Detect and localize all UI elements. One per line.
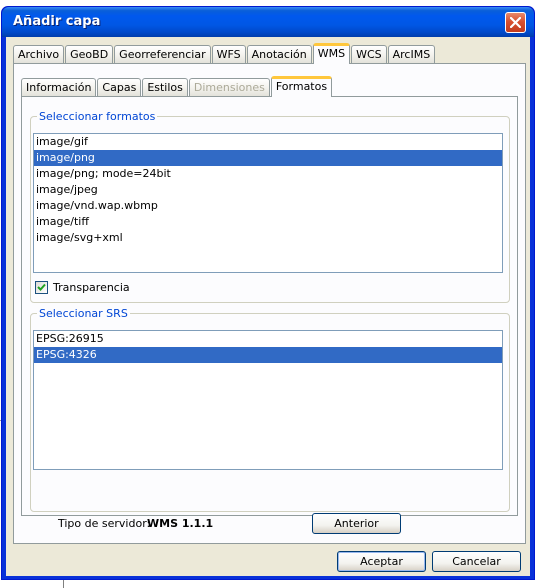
title-bar[interactable]: Añadir capa [2,7,534,37]
dialog-body: Archivo GeoBD Georreferenciar WFS Anotac… [6,37,530,576]
list-item[interactable]: image/png [34,150,502,166]
accept-button[interactable]: Aceptar [337,551,426,572]
add-layer-dialog: Añadir capa Archivo GeoBD Georreferencia… [1,6,535,580]
tab-georreferenciar[interactable]: Georreferenciar [114,45,211,63]
tab-wcs[interactable]: WCS [351,45,387,63]
transparency-label: Transparencia [53,281,130,294]
formats-group-legend: Seleccionar formatos [37,110,158,123]
tab-formatos[interactable]: Formatos [270,76,333,97]
cancel-button[interactable]: Cancelar [432,551,521,572]
back-button[interactable]: Anterior [312,513,401,534]
srs-group-legend: Seleccionar SRS [37,307,130,320]
tab-capas[interactable]: Capas [97,78,142,96]
tab-dimensiones: Dimensiones [188,78,270,96]
inner-tab-strip: Información Capas Estilos Dimensiones Fo… [21,76,333,97]
close-button[interactable] [505,12,526,33]
list-item[interactable]: image/svg+xml [34,230,502,246]
list-item[interactable]: image/jpeg [34,182,502,198]
tab-arcims[interactable]: ArcIMS [387,45,436,63]
checkmark-icon [37,283,46,291]
srs-listbox[interactable]: EPSG:26915 EPSG:4326 [33,330,503,470]
list-item[interactable]: image/gif [34,134,502,150]
window-title: Añadir capa [13,14,101,29]
transparency-checkbox[interactable] [35,281,48,294]
list-item[interactable]: EPSG:26915 [34,331,502,347]
list-item[interactable]: image/png; mode=24bit [34,166,502,182]
tab-geobd[interactable]: GeoBD [65,45,114,63]
tab-archivo[interactable]: Archivo [13,45,65,63]
tab-anotacion[interactable]: Anotación [246,45,312,63]
list-item[interactable]: image/vnd.wap.wbmp [34,198,502,214]
formats-group: Seleccionar formatos image/gif image/png… [30,110,510,303]
formatos-tab-panel: Seleccionar formatos image/gif image/png… [21,96,518,516]
tab-estilos[interactable]: Estilos [142,78,188,96]
tab-wfs[interactable]: WFS [211,45,246,63]
tab-informacion[interactable]: Información [21,78,97,96]
server-type-label: Tipo de servidor: [58,517,151,530]
srs-group: Seleccionar SRS EPSG:26915 EPSG:4326 [30,307,510,512]
tab-wms[interactable]: WMS [312,43,351,64]
server-type-value: WMS 1.1.1 [147,517,214,530]
wms-tab-panel: Información Capas Estilos Dimensiones Fo… [13,63,526,544]
transparency-option[interactable]: Transparencia [35,281,130,294]
formats-listbox[interactable]: image/gif image/png image/png; mode=24bi… [33,133,503,273]
outer-tab-strip: Archivo GeoBD Georreferenciar WFS Anotac… [13,43,436,64]
list-item[interactable]: EPSG:4326 [34,347,502,363]
list-item[interactable]: image/tiff [34,214,502,230]
close-icon [510,17,521,28]
